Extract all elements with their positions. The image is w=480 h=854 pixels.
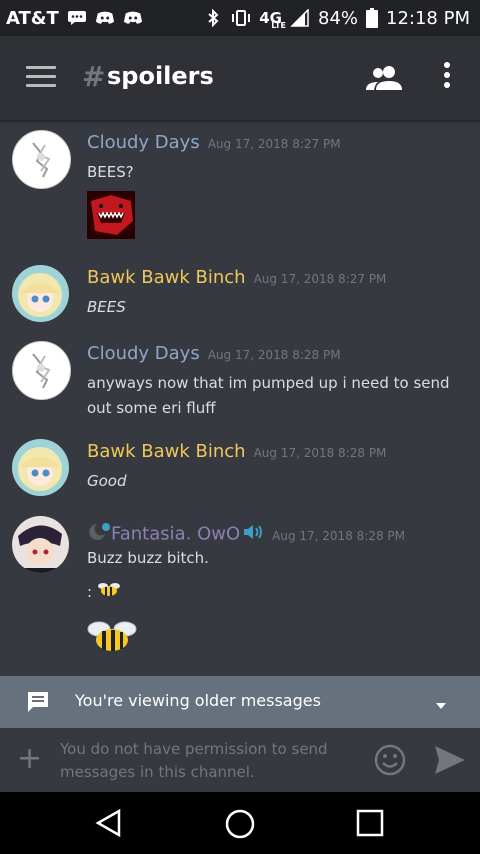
menu-icon[interactable]	[26, 66, 56, 88]
avatar[interactable]	[12, 439, 69, 496]
crescent-icon	[87, 522, 111, 547]
banner-label: You're viewing older messages	[75, 691, 321, 710]
username[interactable]: Cloudy Days Aug 17, 2018 8:27 PM	[87, 132, 341, 153]
older-messages-banner[interactable]: You're viewing older messages	[0, 676, 480, 728]
timestamp: Aug 17, 2018 8:28 PM	[272, 528, 405, 543]
channel-title: spoilers	[107, 62, 214, 90]
clock: 12:18 PM	[386, 7, 470, 29]
emoji-icon[interactable]	[374, 744, 406, 780]
message-icon	[26, 690, 50, 714]
username[interactable]: Cloudy Days Aug 17, 2018 8:28 PM	[87, 343, 341, 364]
message-text: Buzz buzz bitch.	[87, 549, 209, 567]
home-icon[interactable]	[225, 809, 255, 843]
username[interactable]: Fantasia. OwO Aug 17, 2018 8:28 PM	[87, 522, 405, 547]
username[interactable]: Bawk Bawk Binch Aug 17, 2018 8:28 PM	[87, 441, 386, 462]
bee-emoji-large	[87, 620, 137, 658]
avatar[interactable]	[12, 265, 69, 322]
carrier-label: AT&T	[6, 7, 59, 29]
back-icon[interactable]	[95, 808, 123, 841]
channel-header: # spoilers	[0, 36, 480, 120]
speaker-icon	[242, 523, 264, 546]
network-type: 4G LTE	[259, 9, 286, 30]
vibrate-icon	[231, 10, 251, 26]
avatar[interactable]	[12, 130, 71, 189]
android-nav-bar	[0, 792, 480, 854]
battery-label: 84%	[318, 7, 359, 29]
timestamp: Aug 17, 2018 8:27 PM	[253, 272, 387, 286]
avatar[interactable]	[12, 341, 71, 400]
message-text: anyways now that im pumped up i need to …	[87, 374, 450, 417]
discord-notification-icon-2	[123, 10, 143, 26]
username[interactable]: Bawk Bawk Binch Aug 17, 2018 8:27 PM	[87, 267, 386, 288]
message-input-placeholder: You do not have permission to send messa…	[60, 740, 328, 781]
recents-icon[interactable]	[356, 809, 384, 841]
battery-icon	[366, 8, 379, 28]
members-icon[interactable]	[366, 64, 402, 92]
avatar[interactable]	[12, 516, 69, 573]
signal-icon	[290, 9, 310, 27]
timestamp: Aug 17, 2018 8:27 PM	[207, 137, 341, 151]
bee-emoji-small	[97, 580, 121, 605]
channel-hash-icon: #	[82, 60, 106, 93]
message-text: Good	[87, 472, 127, 490]
send-icon[interactable]	[434, 745, 466, 779]
status-bar: AT&T 4G LTE 84% 12:18 PM	[0, 0, 480, 36]
more-options-icon[interactable]	[438, 62, 456, 94]
emoji-prefix: :	[87, 583, 93, 601]
timestamp: Aug 17, 2018 8:28 PM	[253, 446, 387, 460]
monster-emoji	[87, 191, 135, 239]
discord-notification-icon	[95, 10, 115, 26]
emoji-line: :	[87, 580, 457, 605]
message-text: BEES?	[87, 163, 134, 181]
chat-bubble-icon	[67, 10, 87, 26]
plus-icon[interactable]: +	[17, 744, 42, 774]
chevron-down-icon[interactable]	[434, 696, 448, 715]
message-composer: + You do not have permission to send mes…	[0, 728, 480, 792]
bluetooth-icon	[203, 9, 223, 27]
message-text: BEES	[87, 298, 126, 316]
message-list[interactable]: Cloudy Days Aug 17, 2018 8:27 PM BEES? Ba…	[0, 120, 480, 676]
timestamp: Aug 17, 2018 8:28 PM	[207, 348, 341, 362]
